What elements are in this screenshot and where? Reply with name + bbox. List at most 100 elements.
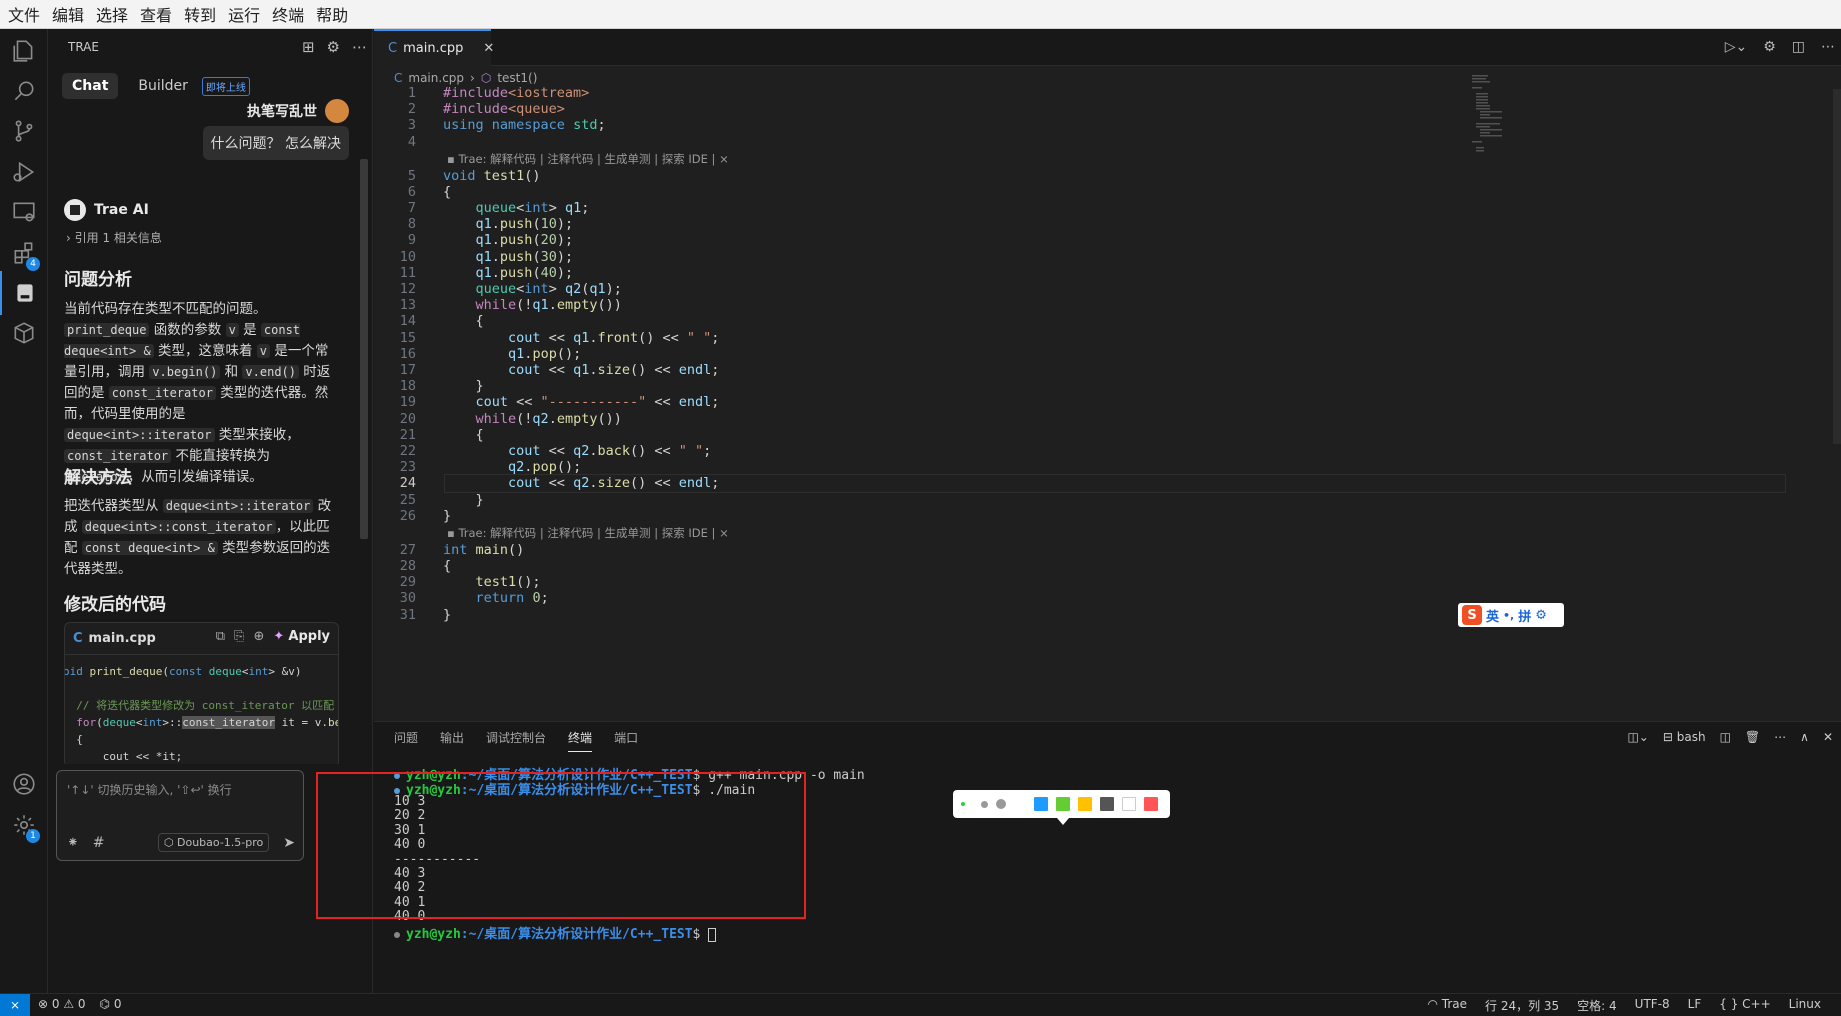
menu-select[interactable]: 选择: [92, 2, 136, 26]
code-line: cout << *it;: [64, 750, 183, 763]
color-swatch[interactable]: [1056, 797, 1070, 811]
language-mode[interactable]: { } C++: [1719, 997, 1770, 1014]
problems-status[interactable]: ⊗ 0 ⚠ 0: [38, 997, 86, 1011]
line-number: 3: [407, 117, 416, 134]
explorer-icon[interactable]: [0, 29, 48, 73]
cursor-position[interactable]: 行 24，列 35: [1485, 997, 1559, 1014]
menu-file[interactable]: 文件: [4, 2, 48, 26]
line-number: 11: [399, 264, 416, 281]
code-line: {: [443, 558, 452, 574]
code-line: cout << "-----------" << endl;: [475, 394, 720, 411]
tab-debug-console[interactable]: 调试控制台: [486, 729, 546, 752]
editor-scrollbar[interactable]: [1833, 89, 1841, 444]
codelens-actions[interactable]: ▪ Trae: 解释代码 | 注释代码 | 生成单测 | 探索 IDE | ×: [447, 525, 729, 541]
new-file-icon[interactable]: ⊕: [253, 629, 264, 644]
packages-icon[interactable]: [0, 311, 48, 355]
source-control-icon[interactable]: [0, 109, 48, 153]
settings-gear-icon[interactable]: 1: [0, 803, 48, 847]
reference-info[interactable]: › 引用 1 相关信息: [66, 229, 162, 246]
layout-icon[interactable]: ◫⌄: [1627, 730, 1648, 744]
color-swatch[interactable]: [1034, 797, 1048, 811]
encoding[interactable]: UTF-8: [1635, 997, 1670, 1014]
close-icon[interactable]: ✕: [1823, 730, 1833, 744]
code-line: while(!q2.empty()): [475, 410, 622, 427]
menu-edit[interactable]: 编辑: [48, 2, 92, 26]
line-number: 9: [407, 232, 416, 249]
insert-icon[interactable]: ⎘: [234, 629, 244, 644]
split-terminal-icon[interactable]: ◫: [1720, 730, 1731, 744]
pen-size-large[interactable]: [996, 799, 1006, 809]
menu-goto[interactable]: 转到: [180, 2, 224, 26]
extensions-icon[interactable]: 4: [0, 231, 48, 275]
account-icon[interactable]: [0, 762, 48, 806]
trash-icon[interactable]: 🗑: [1745, 730, 1760, 744]
color-swatch[interactable]: [1078, 797, 1092, 811]
tab-output[interactable]: 输出: [440, 729, 464, 752]
code-line: {: [443, 313, 484, 330]
os-indicator[interactable]: Linux: [1789, 997, 1821, 1014]
breadcrumb-file[interactable]: main.cpp: [408, 71, 464, 85]
line-number: 4: [407, 133, 416, 150]
line-number: 26: [399, 507, 416, 524]
tab-problems[interactable]: 问题: [394, 729, 418, 752]
model-selector[interactable]: ⬡ Doubao-1.5-pro: [157, 833, 270, 852]
apply-button[interactable]: ✦ Apply: [273, 629, 330, 644]
pen-size-small[interactable]: [961, 802, 965, 806]
breadcrumb-symbol[interactable]: test1(): [497, 71, 537, 85]
editor-tab-bar: C main.cpp ✕ ▷⌄ ⚙ ◫ ⋯: [374, 29, 1841, 66]
indentation[interactable]: 空格: 4: [1577, 997, 1617, 1014]
user-message: 什么问题？ 怎么解决: [202, 126, 349, 160]
line-number: 28: [399, 558, 416, 574]
line-number: 12: [399, 281, 416, 297]
tab-terminal[interactable]: 终端: [568, 729, 593, 752]
tab-label: main.cpp: [403, 41, 464, 56]
remote-explorer-icon[interactable]: [0, 190, 48, 234]
color-swatch[interactable]: [1100, 797, 1114, 811]
line-number: 30: [399, 590, 416, 607]
close-icon[interactable]: ✕: [483, 41, 494, 56]
trae-ai-logo-icon: [64, 199, 86, 221]
ime-settings-icon[interactable]: ⚙: [1535, 608, 1547, 623]
trae-status[interactable]: ◠ Trae: [1427, 997, 1467, 1014]
trae-chat-icon[interactable]: [0, 271, 48, 315]
search-icon[interactable]: [0, 69, 48, 113]
hash-icon[interactable]: #: [93, 835, 105, 851]
more-icon[interactable]: ⋯: [1821, 39, 1835, 55]
pen-size-medium[interactable]: [981, 800, 988, 808]
sogou-logo-icon[interactable]: S: [1462, 605, 1482, 625]
menu-help[interactable]: 帮助: [312, 2, 356, 26]
code-line: using namespace std;: [443, 117, 606, 134]
color-swatch[interactable]: [1144, 797, 1158, 811]
run-icon[interactable]: ▷⌄: [1725, 39, 1748, 55]
paragraph-text: 类型，这意味着: [153, 343, 257, 359]
terminal-shell[interactable]: ⊟ bash: [1663, 730, 1706, 744]
code-line: q1.push(10);: [475, 216, 574, 233]
maximize-icon[interactable]: ∧: [1800, 730, 1809, 744]
remote-indicator-icon[interactable]: ⨯: [0, 994, 30, 1016]
code-line: q2.pop();: [508, 459, 582, 476]
split-editor-icon[interactable]: ◫: [1792, 39, 1805, 55]
editor-settings-icon[interactable]: ⚙: [1763, 39, 1776, 55]
chat-input-box[interactable]: '↑↓' 切换历史输入, '⇧↩' 换行 ⁕ # ⬡ Doubao-1.5-pr…: [56, 770, 304, 861]
menu-terminal[interactable]: 终端: [268, 2, 312, 26]
menu-view[interactable]: 查看: [136, 2, 180, 26]
run-debug-icon[interactable]: [0, 150, 48, 194]
more-icon[interactable]: ⋯: [1774, 730, 1786, 744]
send-icon[interactable]: ➤: [283, 835, 295, 851]
line-endings[interactable]: LF: [1688, 997, 1702, 1014]
code-editor[interactable]: 1 #include<iostream> 2 #include<queue> 3 usin…: [374, 85, 1814, 725]
cpp-file-icon: C: [394, 71, 403, 85]
color-swatch[interactable]: [1122, 797, 1136, 811]
ime-mode[interactable]: 英: [1486, 606, 1499, 625]
copy-icon[interactable]: ⧉: [216, 629, 225, 644]
menu-run[interactable]: 运行: [224, 2, 268, 26]
ime-pinyin[interactable]: 拼: [1518, 606, 1531, 625]
tab-ports[interactable]: 端口: [614, 729, 638, 752]
tab-main-cpp[interactable]: C main.cpp ✕: [374, 29, 494, 66]
minimap[interactable]: [1472, 75, 1532, 155]
codelens-actions[interactable]: ▪ Trae: 解释代码 | 注释代码 | 生成单测 | 探索 IDE | ×: [447, 151, 729, 167]
paragraph-text: 当前代码存在类型不匹配的问题。: [64, 301, 267, 317]
ime-punctuation[interactable]: •,: [1503, 609, 1514, 622]
magic-icon[interactable]: ⁕: [67, 835, 79, 851]
ports-status[interactable]: ⌬ 0: [100, 997, 122, 1011]
